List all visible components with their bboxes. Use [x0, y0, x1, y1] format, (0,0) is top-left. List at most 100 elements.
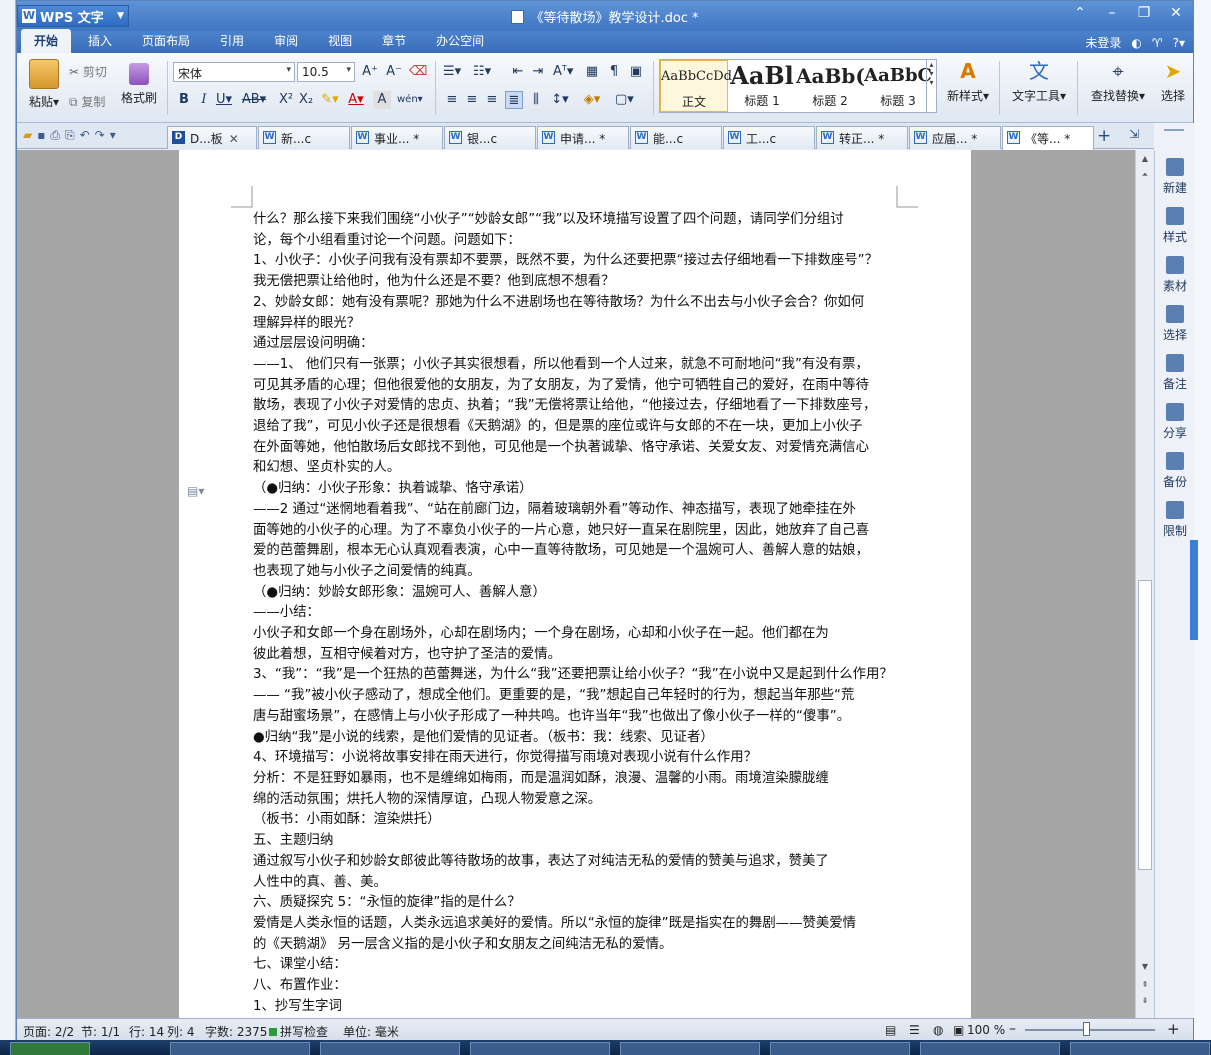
doc-tab-active[interactable]: W 《等... * [1002, 126, 1094, 150]
reading-view-icon[interactable]: ▣ [953, 1023, 964, 1037]
char-shading-icon[interactable]: A [373, 91, 391, 109]
new-style-button[interactable]: A 新样式▾ [941, 57, 995, 104]
doc-tab[interactable]: D D...板 ✕ [167, 126, 257, 149]
align-right-icon[interactable]: ≡ [483, 91, 501, 109]
increase-indent-icon[interactable]: ⇥ [529, 63, 547, 81]
text-line[interactable]: ——1、 他们只有一张票；小伙子其实很想看，所以他看到一个人过来，就急不可耐地问… [253, 355, 898, 376]
highlight-icon[interactable]: ✎▾ [321, 91, 339, 109]
tab-home[interactable]: 开始 [21, 29, 72, 53]
side-note[interactable]: 备注 [1155, 354, 1195, 392]
help-icon[interactable]: ?▾ [1173, 36, 1185, 50]
status-word-count[interactable]: 字数: 2375 [205, 1023, 267, 1040]
doc-tab[interactable]: W 转正... * [816, 126, 908, 149]
text-line[interactable]: 可见其矛盾的心理；但他很爱他的女朋友，为了女朋友，为了爱情，他宁可牺牲自己的爱好… [253, 376, 898, 397]
italic-icon[interactable]: I [195, 91, 213, 109]
side-material[interactable]: 素材 [1155, 256, 1195, 294]
text-line[interactable]: 1、小伙子：小伙子问我有没有票却不要票，既然不要，为什么还要把票“接过去仔细地看… [253, 251, 898, 272]
open-icon[interactable]: ▰ [23, 128, 32, 143]
scrollbar-thumb[interactable] [1138, 580, 1152, 870]
zoom-slider[interactable] [1025, 1029, 1155, 1031]
document-page[interactable]: ▤▾ 什么？那么接下来我们围绕“小伙子”“妙龄女郎”“我”以及环境描写设置了四个… [179, 150, 971, 1018]
tab-office-space[interactable]: 办公空间 [423, 29, 497, 53]
underline-icon[interactable]: U▾ [215, 91, 233, 109]
strikethrough-icon[interactable]: AB▾ [241, 91, 267, 109]
doc-tab[interactable]: W 新...c [258, 126, 350, 149]
scroll-up-icon[interactable]: ▲ [1136, 154, 1154, 163]
taskbar-app[interactable] [920, 1042, 1060, 1055]
bold-icon[interactable]: B [175, 91, 193, 109]
text-line[interactable]: ——小结： [253, 603, 898, 624]
text-line[interactable]: 3、“我”：“我”是一个狂热的芭蕾舞迷，为什么“我”还要把票让给小伙子？“我”在… [253, 665, 898, 686]
save-icon[interactable]: ▪ [37, 128, 45, 143]
text-line[interactable]: 1、抄写生字词 [253, 997, 898, 1018]
tab-insert[interactable]: 插入 [75, 29, 125, 53]
side-backup[interactable]: 备份 [1155, 452, 1195, 490]
style-heading-1[interactable]: AaBl 标题 1 [728, 60, 796, 112]
border-icon[interactable]: ▢▾ [615, 91, 634, 109]
text-line[interactable]: 小伙子和女郎一个身在剧场外，心却在剧场内；一个身在剧场，心却和小伙子在一起。他们… [253, 624, 898, 645]
doc-tab[interactable]: W 申请... * [537, 126, 629, 149]
text-line[interactable]: 人性中的真、善、美。 [253, 873, 898, 894]
minimize-icon[interactable]: – [1103, 5, 1121, 21]
text-line[interactable]: ——2 通过“迷惘地看着我”、“站在前廊门边，隔着玻璃朝外看”等动作、神态描写，… [253, 500, 898, 521]
text-line[interactable]: （●归纳：小伙子形象：执着诚挚、恪守承诺） [253, 479, 898, 500]
tab-review[interactable]: 审阅 [261, 29, 311, 53]
text-line[interactable]: 爱情是人类永恒的话题，人类永远追求美好的爱情。所以“永恒的旋律”既是指实在的舞剧… [253, 914, 898, 935]
font-color-icon[interactable]: A▾ [347, 91, 365, 109]
doc-tab[interactable]: W 应届... * [909, 126, 1001, 149]
status-page[interactable]: 页面: 2/2 [23, 1023, 74, 1040]
text-line[interactable]: 退给了我”，可见小伙子还是很想看《天鹅湖》的，但是票的座位或许与女郎的不在一块，… [253, 417, 898, 438]
side-share[interactable]: 分享 [1155, 403, 1195, 441]
line-spacing-icon[interactable]: ↕▾ [551, 91, 569, 109]
doc-tab[interactable]: W 能...c [630, 126, 722, 149]
side-restrict[interactable]: 限制 [1155, 501, 1195, 539]
doc-tab[interactable]: W 工...c [723, 126, 815, 149]
prev-page-icon[interactable]: ⇞ [1136, 980, 1154, 989]
text-line[interactable]: 也表现了她与小伙子之间爱情的纯真。 [253, 562, 898, 583]
tab-chapter[interactable]: 章节 [369, 29, 419, 53]
distributed-icon[interactable]: ⫼ [527, 91, 545, 109]
zoom-out-icon[interactable]: – [1009, 1021, 1016, 1037]
side-style[interactable]: 样式 [1155, 207, 1195, 245]
font-name-select[interactable]: 宋体 [173, 62, 295, 82]
bullets-icon[interactable]: ☰▾ [443, 63, 461, 81]
text-line[interactable]: 在外面等她，他怕散场后女郎找不到他，可见他是一个执著诚挚、恪守承诺、关爱女友、对… [253, 438, 898, 459]
tab-references[interactable]: 引用 [207, 29, 257, 53]
zoom-slider-thumb[interactable] [1082, 1022, 1090, 1036]
shading-icon[interactable]: ◈▾ [583, 91, 601, 109]
decrease-indent-icon[interactable]: ⇤ [509, 63, 527, 81]
zoom-in-icon[interactable]: + [1167, 1020, 1180, 1038]
doc-tab[interactable]: W 银...c [444, 126, 536, 149]
vertical-scrollbar[interactable]: ▲ ⏶ ▼ ⇞ ⇟ [1135, 150, 1154, 1018]
align-center-icon[interactable]: ≡ [463, 91, 481, 109]
zoom-level[interactable]: 100 % [967, 1023, 1005, 1037]
undo-icon[interactable]: ↶ [80, 128, 90, 143]
new-tab-icon[interactable]: + [1097, 126, 1111, 146]
login-link[interactable]: 未登录 [1085, 34, 1121, 51]
outline-view-icon[interactable]: ☰ [909, 1023, 920, 1037]
table-icon[interactable]: ▦ [583, 63, 601, 81]
taskbar-app[interactable] [320, 1042, 460, 1055]
text-line[interactable]: （板书：小雨如酥：渲染烘托） [253, 810, 898, 831]
text-line[interactable]: 理解异样的眼光？ [253, 314, 898, 335]
text-line[interactable]: （●归纳：妙龄女郎形象：温婉可人、善解人意） [253, 583, 898, 604]
spell-check-toggle[interactable]: 拼写检查 [269, 1023, 328, 1040]
paste-button[interactable]: 粘贴▾ [21, 57, 67, 110]
web-view-icon[interactable]: ◍ [933, 1023, 943, 1037]
print-preview-icon[interactable]: ⎘ [65, 128, 75, 143]
close-icon[interactable]: ✕ [1167, 5, 1185, 21]
status-unit[interactable]: 单位: 毫米 [343, 1023, 399, 1040]
text-line[interactable]: 通过叙写小伙子和妙龄女郎彼此等待散场的故事，表达了对纯洁无私的爱情的赞美与追求，… [253, 852, 898, 873]
text-line[interactable]: 论，每个小组看重讨论一个问题。问题如下： [253, 231, 898, 252]
text-line[interactable]: 八、布置作业： [253, 976, 898, 997]
font-size-select[interactable]: 10.5 [297, 62, 355, 82]
taskbar-app[interactable] [470, 1042, 610, 1055]
numbering-icon[interactable]: ☷▾ [473, 63, 491, 81]
collapse-ribbon-icon[interactable]: ⌃ [1071, 5, 1089, 21]
justify-icon[interactable]: ≣ [505, 91, 523, 109]
text-line[interactable]: 爱的芭蕾舞剧，根本无心认真观看表演，心中一直等待散场，可见她是一个温婉可人、善解… [253, 541, 898, 562]
text-tools-button[interactable]: 文 文字工具▾ [1007, 57, 1071, 104]
close-icon[interactable]: ✕ [229, 132, 239, 146]
side-new[interactable]: 新建 [1155, 158, 1195, 196]
taskbar-app[interactable] [170, 1042, 310, 1055]
